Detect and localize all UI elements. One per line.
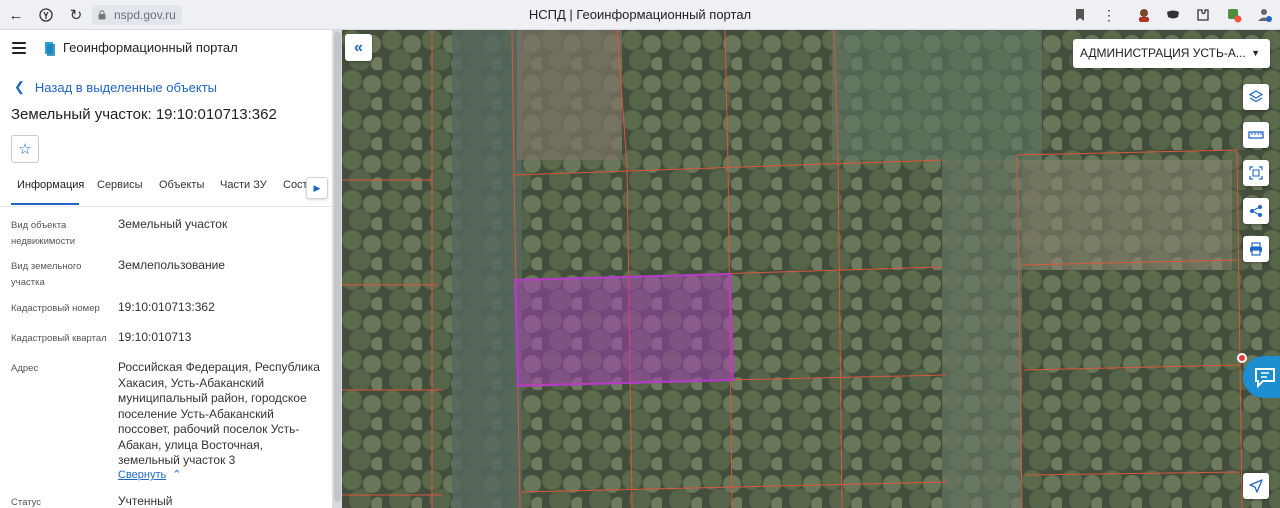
nspd-logo-icon — [45, 42, 55, 56]
ruler-icon — [1248, 131, 1264, 139]
property-label: Кадастровый квартал — [11, 333, 107, 344]
chevron-left-icon: ❮ — [14, 79, 25, 94]
tabs-bar: Информация Сервисы Объекты Части ЗУ Сост… — [0, 175, 332, 207]
profile-icon[interactable] — [1256, 7, 1272, 23]
road-strip — [452, 30, 522, 508]
share-icon — [1250, 205, 1262, 217]
property-label: Адрес — [11, 363, 39, 374]
bookmark-icon[interactable] — [1072, 7, 1088, 23]
panel-header: Геоинформационный портал — [0, 30, 332, 66]
administration-value: АДМИНИСТРАЦИЯ УСТЬ-А... — [1080, 46, 1246, 60]
extension-avatar-icon[interactable] — [1136, 7, 1152, 23]
back-link-label: Назад в выделенные объекты — [34, 79, 218, 95]
satellite-map[interactable] — [342, 30, 1280, 508]
property-label: Кадастровый номер — [11, 303, 100, 314]
print-button[interactable] — [1243, 236, 1269, 262]
object-title: Земельный участок: 19:10:010713:362 — [11, 106, 277, 123]
clearing — [832, 30, 1042, 160]
panel-scrollbar[interactable] — [333, 30, 342, 508]
property-label: Статус — [11, 497, 42, 508]
back-to-selected-link[interactable]: ❮ Назад в выделенные объекты — [14, 79, 217, 95]
select-area-icon — [1249, 166, 1263, 180]
status-value: Учтенный — [118, 494, 173, 508]
tab-objects[interactable]: Объекты — [159, 179, 204, 191]
extension-shield-icon[interactable] — [1165, 7, 1181, 23]
tab-parts[interactable]: Части ЗУ — [220, 179, 267, 191]
address-value: Российская Федерация, Республика Хакасия… — [118, 360, 320, 467]
administration-select[interactable]: АДМИНИСТРАЦИЯ УСТЬ-А... ▼ — [1073, 39, 1270, 68]
navigation-arrow-icon — [1249, 479, 1263, 493]
yard — [1022, 160, 1232, 270]
extensions-puzzle-icon[interactable] — [1195, 7, 1211, 23]
layers-icon — [1249, 90, 1263, 103]
collapse-label: Свернуть — [118, 469, 167, 481]
notification-dot — [1237, 353, 1247, 363]
active-tab-indicator — [11, 203, 79, 205]
tabs-scroll-right-button[interactable]: ▶ — [306, 177, 328, 199]
property-label: Вид объекта недвижимости — [11, 220, 76, 247]
caret-down-icon: ▼ — [1251, 48, 1260, 58]
chevron-up-icon: ⌃ — [172, 469, 182, 481]
object-info-panel: Геоинформационный портал ❮ Назад в выдел… — [0, 30, 333, 508]
page-title: НСПД | Геоинформационный портал — [528, 7, 752, 22]
yard — [517, 30, 622, 160]
star-icon: ☆ — [18, 141, 32, 158]
chat-icon — [1254, 368, 1275, 389]
tab-composition[interactable]: Соста — [283, 179, 306, 191]
share-button[interactable] — [1243, 198, 1269, 224]
locate-me-button[interactable] — [1243, 473, 1269, 499]
app-name: Геоинформационный портал — [63, 40, 238, 55]
tab-information[interactable]: Информация — [17, 179, 84, 191]
support-chat-button[interactable] — [1243, 356, 1280, 398]
extension-badge-icon[interactable] — [1226, 7, 1242, 23]
menu-icon[interactable] — [12, 42, 26, 54]
map-view[interactable] — [342, 30, 1280, 508]
property-value: 19:10:010713:362 — [118, 300, 215, 314]
road-strip — [942, 160, 1022, 508]
browser-toolbar: ← ↻ nspd.gov.ru НСПД | Геоинформационный… — [0, 0, 1280, 30]
scrollbar-thumb[interactable] — [334, 32, 341, 502]
print-icon — [1250, 242, 1262, 256]
property-value: Землепользование — [118, 258, 225, 272]
collapse-panel-button[interactable]: « — [345, 34, 372, 61]
measure-button[interactable] — [1243, 122, 1269, 148]
property-value: Земельный участок — [118, 217, 228, 231]
more-menu-icon[interactable]: ⋮ — [1099, 5, 1119, 25]
property-value: 19:10:010713 — [118, 330, 192, 344]
favorite-button[interactable]: ☆ — [11, 135, 39, 163]
tab-services[interactable]: Сервисы — [97, 179, 143, 191]
property-label: Вид земельного участка — [11, 261, 82, 288]
select-area-button[interactable] — [1243, 160, 1269, 186]
double-chevron-left-icon: « — [354, 38, 363, 56]
collapse-address-link[interactable]: Свернуть ⌃ — [118, 468, 181, 481]
selected-parcel[interactable] — [513, 272, 735, 388]
layers-button[interactable] — [1243, 84, 1269, 110]
